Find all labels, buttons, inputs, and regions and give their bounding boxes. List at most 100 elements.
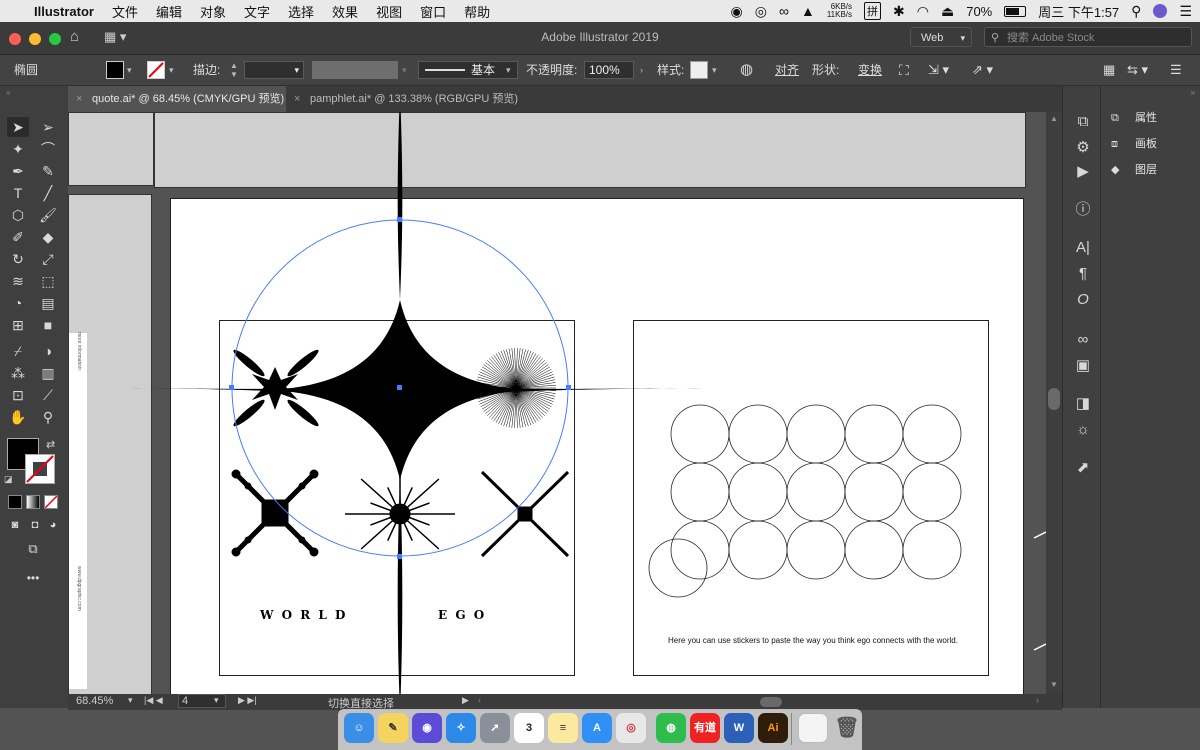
artboard-tool-icon[interactable]: ⊡ — [7, 385, 29, 405]
scale-tool-icon[interactable]: ⤢ — [37, 249, 59, 269]
circle-grid[interactable] — [648, 404, 962, 598]
actions-play-icon[interactable]: ▶ — [1073, 162, 1093, 182]
lasso-tool-icon[interactable]: ⌒ — [37, 139, 59, 159]
menu-edit[interactable]: 编辑 — [156, 2, 182, 21]
mesh-tool-icon[interactable]: ⊞ — [7, 315, 29, 335]
zoom-level[interactable]: 68.45% — [76, 695, 113, 707]
stroke-weight-stepper[interactable]: ▲ ▼ — [230, 61, 238, 79]
scroll-left-arrow[interactable]: ‹ — [478, 695, 481, 705]
menu-file[interactable]: 文件 — [112, 2, 138, 21]
opentype-icon[interactable]: O — [1073, 290, 1093, 310]
illustrator-icon[interactable]: Ai — [758, 713, 788, 743]
curvature-tool-icon[interactable]: ✎ — [37, 161, 59, 181]
menu-effect[interactable]: 效果 — [332, 2, 358, 21]
appearance-icon[interactable]: ☼ — [1073, 420, 1093, 440]
siri-icon[interactable]: ◉ — [412, 713, 442, 743]
image-trace-icon[interactable]: ▣ — [1073, 356, 1093, 376]
pen-tool-icon[interactable]: ✒ — [7, 161, 29, 181]
swap-fill-stroke-icon[interactable]: ⇄ — [46, 438, 55, 451]
paragraph-icon[interactable]: ¶ — [1073, 264, 1093, 284]
menu-window[interactable]: 窗口 — [420, 2, 446, 21]
battery-percent[interactable]: 70% — [966, 4, 992, 19]
notification-center-icon[interactable]: ☰ — [1179, 3, 1192, 20]
siri-icon[interactable] — [1153, 4, 1168, 18]
close-tab-icon[interactable]: × — [76, 86, 82, 112]
ego-sticker-text[interactable]: E G O — [438, 608, 518, 622]
transform-button[interactable]: 变换 — [858, 55, 882, 85]
eraser-tool-icon[interactable]: ◆ — [37, 227, 59, 247]
close-tab-icon[interactable]: × — [294, 86, 300, 112]
vertical-scrollbar[interactable]: ▲ ▼ — [1046, 112, 1062, 694]
youdao-icon[interactable]: 有道 — [690, 713, 720, 743]
spotlight-search-icon[interactable]: ⚲ — [1131, 3, 1141, 20]
clock[interactable]: 周三 下午1:57 — [1038, 2, 1119, 21]
opacity-label[interactable]: 不透明度: — [526, 55, 577, 85]
notes-icon[interactable]: ✎ — [378, 713, 408, 743]
chrome-icon[interactable]: ◎ — [616, 713, 646, 743]
opacity-more-arrow[interactable]: › — [640, 61, 643, 79]
brush-definition[interactable]: 基本 — [418, 61, 518, 79]
status-menu-arrow[interactable]: ▶ — [462, 695, 469, 706]
eyedropper-tool-icon[interactable]: ⌿ — [7, 341, 29, 361]
next-artboard-button[interactable]: ▶ ▶| — [238, 695, 257, 706]
world-sticker-text[interactable]: W O R L D — [260, 608, 380, 622]
selection-tool-icon[interactable]: ➤ — [7, 117, 29, 137]
links-icon[interactable]: ∞ — [1073, 330, 1093, 350]
bluetooth-icon[interactable]: ✱ — [893, 3, 905, 20]
arrange-panels-icon[interactable]: ▦ — [1103, 55, 1115, 85]
scroll-up-arrow[interactable]: ▲ — [1050, 114, 1058, 123]
bead-cross-sticker[interactable] — [231, 469, 319, 557]
first-artboard-button[interactable]: |◀ ◀ — [144, 695, 163, 706]
safari-icon[interactable]: ✧ — [446, 713, 476, 743]
menu-object[interactable]: 对象 — [200, 2, 226, 21]
slice-tool-icon[interactable]: ⟋ — [37, 385, 59, 405]
recolor-artwork-icon[interactable]: ◍ — [740, 55, 753, 85]
fill-swatch[interactable] — [106, 61, 124, 79]
panel-layers[interactable]: ◆ 图层 — [1111, 160, 1157, 180]
calendar-icon[interactable]: 3 — [514, 713, 544, 743]
blend-tool-icon[interactable]: ◑ — [37, 341, 59, 361]
creative-cloud-icon[interactable]: ∞ — [779, 3, 789, 19]
scroll-right-arrow[interactable]: › — [1036, 695, 1039, 705]
libraries-icon[interactable]: ⧉ — [1073, 112, 1093, 132]
stroke-dropdown[interactable]: ▾ — [169, 61, 174, 79]
canvas[interactable]: more information: www.dpgraphic.com W O … — [68, 112, 1046, 694]
none-mode-icon[interactable] — [44, 495, 58, 509]
downloads-stack-icon[interactable] — [798, 713, 828, 743]
artboard-number-dropdown[interactable]: ▾ — [214, 695, 219, 706]
magic-wand-tool-icon[interactable]: ✦ — [7, 139, 29, 159]
spiky-starburst[interactable] — [345, 464, 455, 564]
input-method-indicator[interactable]: 拼 — [864, 2, 882, 20]
cat-icon[interactable]: ▲ — [801, 3, 815, 19]
battery-icon[interactable] — [1004, 5, 1027, 17]
variable-width-profile[interactable] — [312, 61, 398, 79]
polygon-tool-icon[interactable]: ⬡ — [7, 205, 29, 225]
direct-selection-tool-icon[interactable]: ➢ — [37, 117, 59, 137]
app-store-icon[interactable]: A — [582, 713, 612, 743]
screen-mode-icon[interactable]: ⧉ — [22, 539, 44, 559]
menu-type[interactable]: 文字 — [244, 2, 270, 21]
info-icon[interactable]: ⓘ — [1073, 200, 1093, 220]
gradient-tool-icon[interactable]: ■ — [37, 315, 59, 335]
line-tool-icon[interactable]: ╱ — [37, 183, 59, 203]
asset-export-icon[interactable]: ⚙ — [1073, 138, 1093, 158]
shaper-tool-icon[interactable]: ✐ — [7, 227, 29, 247]
panel-options-icon[interactable]: ⇆ ▾ — [1127, 55, 1148, 85]
adobe-stock-search[interactable]: ⚲ 搜索 Adobe Stock — [984, 27, 1192, 47]
export-icon[interactable]: ⬈ — [1073, 458, 1093, 478]
character-icon[interactable]: A| — [1073, 238, 1093, 258]
menu-app-name[interactable]: Illustrator — [34, 4, 94, 19]
menu-view[interactable]: 视图 — [376, 2, 402, 21]
qq-icon[interactable]: ◉ — [731, 3, 743, 20]
isolate-group-icon[interactable]: ⛶ — [899, 55, 909, 85]
trash-icon[interactable]: 🗑 — [832, 713, 862, 743]
jagged-x-sticker[interactable] — [480, 470, 570, 558]
tab-pamphlet[interactable]: × pamphlet.ai* @ 133.38% (RGB/GPU 预览) — [286, 86, 526, 112]
brush-dropdown[interactable]: ▾ — [506, 61, 511, 79]
panel-properties[interactable]: ⧉ 属性 — [1111, 108, 1157, 128]
collapse-panel-icon[interactable]: « — [6, 88, 10, 97]
collapse-panel-icon[interactable]: » — [1191, 88, 1195, 97]
draw-inside-icon[interactable]: ◕ — [42, 515, 64, 535]
shape-builder-tool-icon[interactable]: ◔ — [7, 293, 29, 313]
color-mode-icon[interactable] — [8, 495, 22, 509]
